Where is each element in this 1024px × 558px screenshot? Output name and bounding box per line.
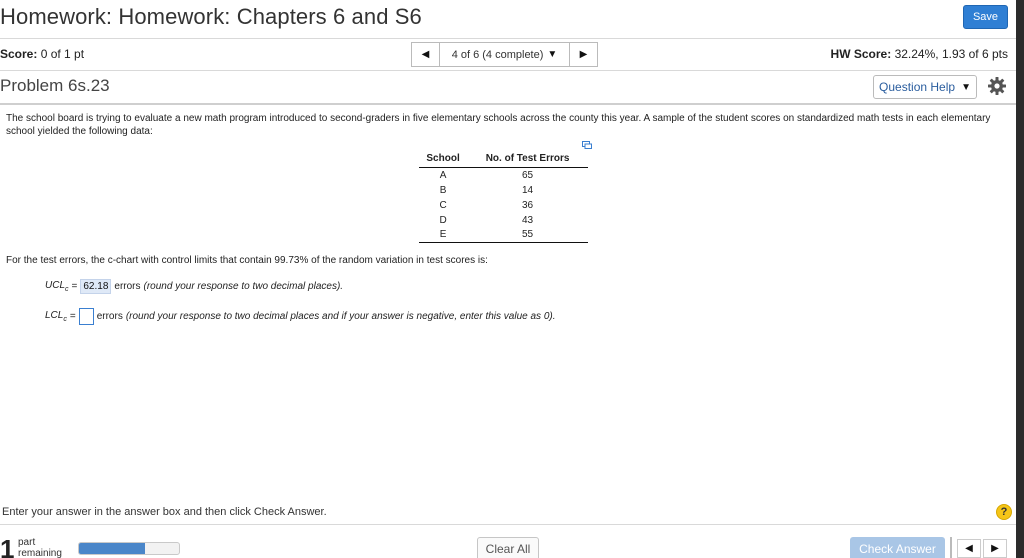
question-navigator: ◀ 4 of 6 (4 complete) ▼ ▶ bbox=[411, 42, 598, 67]
divider bbox=[0, 70, 1016, 71]
score-label: Score: bbox=[0, 47, 38, 61]
problem-title: Problem 6s.23 bbox=[0, 76, 110, 95]
problem-intro: The school board is trying to evaluate a… bbox=[6, 113, 991, 137]
caret-down-icon: ▼ bbox=[547, 49, 558, 60]
school-cell: B bbox=[439, 184, 447, 196]
triangle-left-icon: ◀ bbox=[965, 543, 973, 554]
errors-cell: 55 bbox=[467, 227, 588, 243]
column-header-school: School bbox=[419, 150, 468, 168]
ucl-unit: errors bbox=[114, 281, 141, 292]
column-header-errors: No. of Test Errors bbox=[467, 150, 588, 168]
data-table: School No. of Test Errors A 65 B 14 C 36… bbox=[419, 150, 588, 243]
parts-remaining-label: part remaining bbox=[18, 537, 62, 558]
school-cell: D bbox=[439, 214, 447, 226]
save-button[interactable]: Save bbox=[963, 5, 1008, 29]
lcl-unit: errors bbox=[96, 311, 123, 322]
table-row: B 14 bbox=[419, 183, 588, 198]
ucl-answer-field[interactable]: 62.18 bbox=[80, 279, 112, 294]
errors-cell: 65 bbox=[522, 169, 534, 181]
hw-score: HW Score: 32.24%, 1.93 of 6 pts bbox=[831, 47, 1008, 61]
hw-score-label: HW Score: bbox=[830, 47, 892, 61]
ucl-line: UCLc = 62.18 errors (round your response… bbox=[45, 279, 343, 294]
parts-remaining-count: 1 bbox=[0, 534, 15, 558]
previous-question-button[interactable]: ◀ bbox=[957, 539, 981, 558]
table-row: A 65 bbox=[419, 168, 588, 183]
school-cell: E bbox=[419, 227, 468, 243]
question-selector[interactable]: 4 of 6 (4 complete) ▼ bbox=[440, 42, 569, 67]
school-cell: A bbox=[439, 169, 447, 181]
table-row: C 36 bbox=[419, 198, 588, 213]
ucl-label: UCLc bbox=[45, 280, 69, 293]
triangle-right-icon: ▶ bbox=[579, 49, 588, 60]
lcl-equals: = bbox=[69, 311, 76, 322]
triangle-left-icon: ◀ bbox=[421, 49, 430, 60]
caret-down-icon: ▼ bbox=[961, 81, 971, 93]
table-row: E 55 bbox=[419, 227, 588, 243]
question-text: For the test errors, the c-chart with co… bbox=[6, 255, 488, 266]
errors-cell: 36 bbox=[522, 199, 534, 211]
lcl-line: LCLc = errors (round your response to tw… bbox=[45, 308, 556, 325]
score: Score: 0 of 1 pt bbox=[0, 47, 84, 61]
table-header-row: School No. of Test Errors bbox=[419, 150, 588, 168]
ucl-hint: (round your response to two decimal plac… bbox=[143, 281, 344, 292]
divider bbox=[0, 103, 1016, 105]
progress-bar-fill bbox=[79, 543, 145, 554]
triangle-right-icon: ▶ bbox=[991, 543, 999, 554]
page-title: Homework: Homework: Chapters 6 and S6 bbox=[0, 4, 422, 29]
errors-cell: 14 bbox=[522, 184, 534, 196]
score-value: 0 of 1 pt bbox=[40, 47, 85, 61]
lcl-label: LCLc bbox=[45, 310, 67, 323]
divider bbox=[0, 38, 1016, 39]
errors-cell: 43 bbox=[522, 214, 534, 226]
next-question-button[interactable]: ▶ bbox=[983, 539, 1007, 558]
question-help-label: Question Help bbox=[879, 80, 956, 94]
ucl-equals: = bbox=[71, 281, 78, 292]
school-cell: C bbox=[439, 199, 447, 211]
window-edge bbox=[1016, 0, 1024, 558]
divider bbox=[950, 537, 952, 558]
question-selector-label: 4 of 6 (4 complete) bbox=[451, 48, 544, 61]
progress-bar bbox=[78, 542, 180, 555]
question-help-button[interactable]: Question Help ▼ bbox=[873, 75, 977, 99]
help-icon[interactable]: ? bbox=[996, 504, 1012, 520]
clear-all-button[interactable]: Clear All bbox=[477, 537, 539, 558]
divider bbox=[0, 524, 1016, 525]
next-question-button[interactable]: ▶ bbox=[569, 42, 598, 67]
answer-instruction: Enter your answer in the answer box and … bbox=[2, 506, 327, 518]
check-answer-button[interactable]: Check Answer bbox=[850, 537, 945, 558]
hw-score-value: 32.24%, 1.93 of 6 pts bbox=[894, 47, 1008, 61]
copy-table-icon[interactable] bbox=[582, 141, 592, 149]
table-row: D 43 bbox=[419, 213, 588, 228]
lcl-hint: (round your response to two decimal plac… bbox=[125, 311, 556, 322]
gear-icon[interactable] bbox=[987, 76, 1007, 96]
lcl-answer-field[interactable] bbox=[78, 308, 94, 325]
previous-question-button[interactable]: ◀ bbox=[411, 42, 440, 67]
